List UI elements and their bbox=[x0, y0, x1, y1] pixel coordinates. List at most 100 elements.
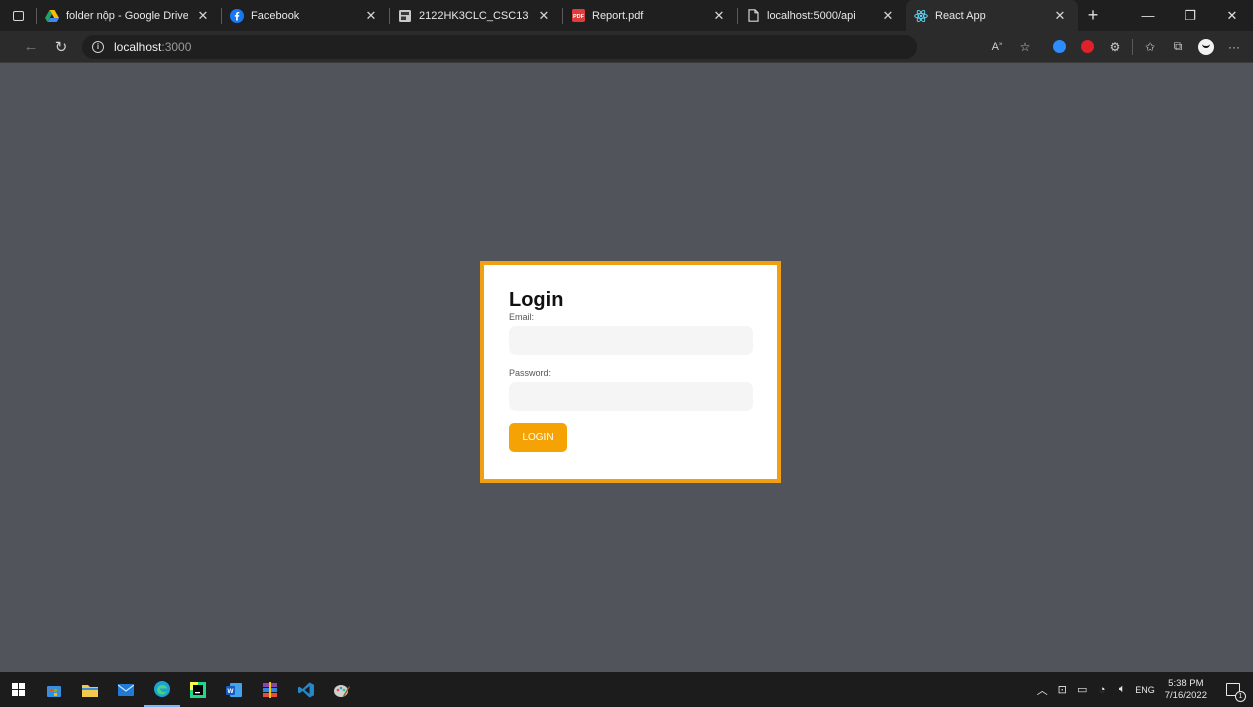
tab-localhost-api[interactable]: localhost:5000/api ✕ bbox=[738, 0, 906, 31]
browser-toolbar: ← ↻ i localhost:3000 A» ☆ ⚙ ✩ ⧉ ··· bbox=[0, 31, 1253, 63]
read-aloud-button[interactable]: A» bbox=[984, 34, 1010, 60]
new-tab-button[interactable]: + bbox=[1078, 0, 1108, 31]
svg-text:PDF: PDF bbox=[573, 14, 585, 20]
address-bar[interactable]: i localhost:3000 bbox=[82, 34, 917, 59]
email-field[interactable] bbox=[509, 326, 753, 355]
extensions-button[interactable]: ⚙ bbox=[1102, 34, 1128, 60]
close-window-button[interactable]: ✕ bbox=[1211, 0, 1253, 31]
favorites-star-icon: ✩ bbox=[1144, 39, 1156, 54]
paint-icon bbox=[334, 684, 350, 697]
taskbar-file-explorer[interactable] bbox=[72, 672, 108, 707]
windows-taskbar: W ︿ ⊡ ▭ ◔ 🔈︎ ENG 5:38 PM 7/16/2022 1 bbox=[0, 672, 1253, 707]
notification-count: 1 bbox=[1235, 691, 1246, 702]
taskbar-winrar[interactable] bbox=[252, 672, 288, 707]
clock-time: 5:38 PM bbox=[1168, 677, 1204, 689]
page-viewport: Login Email: Password: LOGIN bbox=[0, 64, 1253, 672]
tab-actions-icon bbox=[12, 10, 24, 21]
taskbar-paint[interactable] bbox=[324, 672, 360, 707]
language-indicator[interactable]: ENG bbox=[1135, 685, 1155, 695]
tab-facebook[interactable]: Facebook ✕ bbox=[222, 0, 389, 31]
wifi-icon[interactable]: ◔ bbox=[1095, 683, 1109, 697]
toolbar-actions: A» ☆ ⚙ ✩ ⧉ ··· bbox=[984, 34, 1253, 60]
taskbar-word[interactable]: W bbox=[216, 672, 252, 707]
volume-icon[interactable]: 🔈︎ bbox=[1115, 683, 1129, 697]
notification-icon: 1 bbox=[1226, 683, 1246, 702]
google-drive-icon bbox=[45, 9, 59, 23]
address-port: :3000 bbox=[161, 39, 192, 54]
tab-strip: folder nộp - Google Drive ✕ Facebook ✕ 2… bbox=[0, 0, 1253, 31]
edge-icon bbox=[154, 680, 170, 697]
refresh-button[interactable]: ↻ bbox=[46, 31, 76, 63]
taskbar-store[interactable] bbox=[36, 672, 72, 707]
tab-close-icon[interactable]: ✕ bbox=[363, 8, 379, 24]
tab-title: 2122HK3CLC_CSC13002_20 bbox=[419, 9, 529, 22]
tab-google-drive[interactable]: folder nộp - Google Drive ✕ bbox=[37, 0, 221, 31]
tab-title: Facebook bbox=[251, 9, 300, 22]
svg-text:W: W bbox=[227, 688, 234, 695]
document-icon bbox=[398, 9, 412, 23]
login-button[interactable]: LOGIN bbox=[509, 423, 567, 452]
page-icon bbox=[746, 9, 760, 23]
extension-button[interactable] bbox=[1046, 34, 1072, 60]
back-button[interactable]: ← bbox=[16, 31, 46, 63]
taskbar-pycharm[interactable] bbox=[180, 672, 216, 707]
chevron-up-icon[interactable]: ︿ bbox=[1035, 683, 1049, 697]
winrar-icon bbox=[263, 681, 277, 698]
tab-title: Report.pdf bbox=[592, 9, 644, 22]
camera-icon[interactable]: ⊡ bbox=[1055, 683, 1069, 697]
toolbar-separator bbox=[1132, 38, 1133, 55]
close-icon: ✕ bbox=[1226, 7, 1238, 23]
tab-actions-button[interactable] bbox=[0, 0, 36, 31]
tab-close-icon[interactable]: ✕ bbox=[1052, 8, 1068, 24]
minimize-button[interactable]: — bbox=[1127, 0, 1169, 31]
tab-react-app[interactable]: React App ✕ bbox=[906, 0, 1078, 31]
restore-icon: ❐ bbox=[1184, 7, 1196, 23]
clock-date: 7/16/2022 bbox=[1164, 689, 1207, 701]
tab-title: React App bbox=[935, 9, 986, 22]
star-add-icon: ☆ bbox=[1019, 39, 1031, 54]
tab-close-icon[interactable]: ✕ bbox=[711, 8, 727, 24]
clock[interactable]: 5:38 PM 7/16/2022 bbox=[1161, 678, 1211, 702]
taskbar-vscode[interactable] bbox=[288, 672, 324, 707]
folder-icon bbox=[82, 684, 98, 697]
blue-extension-icon bbox=[1052, 40, 1066, 53]
back-arrow-icon: ← bbox=[23, 38, 39, 55]
facebook-icon bbox=[230, 8, 244, 23]
vscode-icon bbox=[298, 682, 314, 697]
profile-button[interactable] bbox=[1193, 34, 1219, 60]
pdf-icon: PDF bbox=[571, 9, 585, 23]
email-label: Email: bbox=[509, 312, 535, 322]
refresh-icon: ↻ bbox=[54, 38, 68, 56]
tab-close-icon[interactable]: ✕ bbox=[195, 8, 211, 24]
red-extension-icon bbox=[1080, 40, 1094, 53]
collections-icon: ⧉ bbox=[1173, 39, 1183, 53]
favorite-button[interactable]: ☆ bbox=[1012, 34, 1038, 60]
pycharm-icon bbox=[190, 681, 206, 698]
password-label: Password: bbox=[509, 368, 552, 378]
taskbar-edge[interactable] bbox=[144, 672, 180, 707]
restore-button[interactable]: ❐ bbox=[1169, 0, 1211, 31]
address-host: localhost bbox=[114, 39, 162, 54]
tab-report-pdf[interactable]: PDF Report.pdf ✕ bbox=[563, 0, 737, 31]
collections-button[interactable]: ⧉ bbox=[1165, 34, 1191, 60]
more-button[interactable]: ··· bbox=[1221, 34, 1247, 60]
favorites-button[interactable]: ✩ bbox=[1137, 34, 1163, 60]
tab-title: localhost:5000/api bbox=[767, 9, 856, 22]
battery-icon[interactable]: ▭ bbox=[1075, 683, 1089, 697]
password-field[interactable] bbox=[509, 382, 753, 411]
word-icon: W bbox=[226, 682, 242, 697]
window-controls: — ❐ ✕ bbox=[1127, 0, 1253, 31]
ellipsis-icon: ··· bbox=[1228, 39, 1240, 54]
puzzle-icon: ⚙ bbox=[1109, 39, 1121, 54]
tab-close-icon[interactable]: ✕ bbox=[880, 8, 896, 24]
tab-close-icon[interactable]: ✕ bbox=[536, 8, 552, 24]
store-icon bbox=[47, 685, 61, 697]
tab-csc13002[interactable]: 2122HK3CLC_CSC13002_20 ✕ bbox=[390, 0, 562, 31]
notification-button[interactable]: 1 bbox=[1217, 672, 1249, 707]
windows-icon bbox=[11, 683, 25, 696]
start-button[interactable] bbox=[0, 672, 36, 707]
taskbar-mail[interactable] bbox=[108, 672, 144, 707]
extension-button[interactable] bbox=[1074, 34, 1100, 60]
info-icon[interactable]: i bbox=[92, 40, 104, 53]
read-aloud-icon: A» bbox=[991, 40, 1003, 53]
